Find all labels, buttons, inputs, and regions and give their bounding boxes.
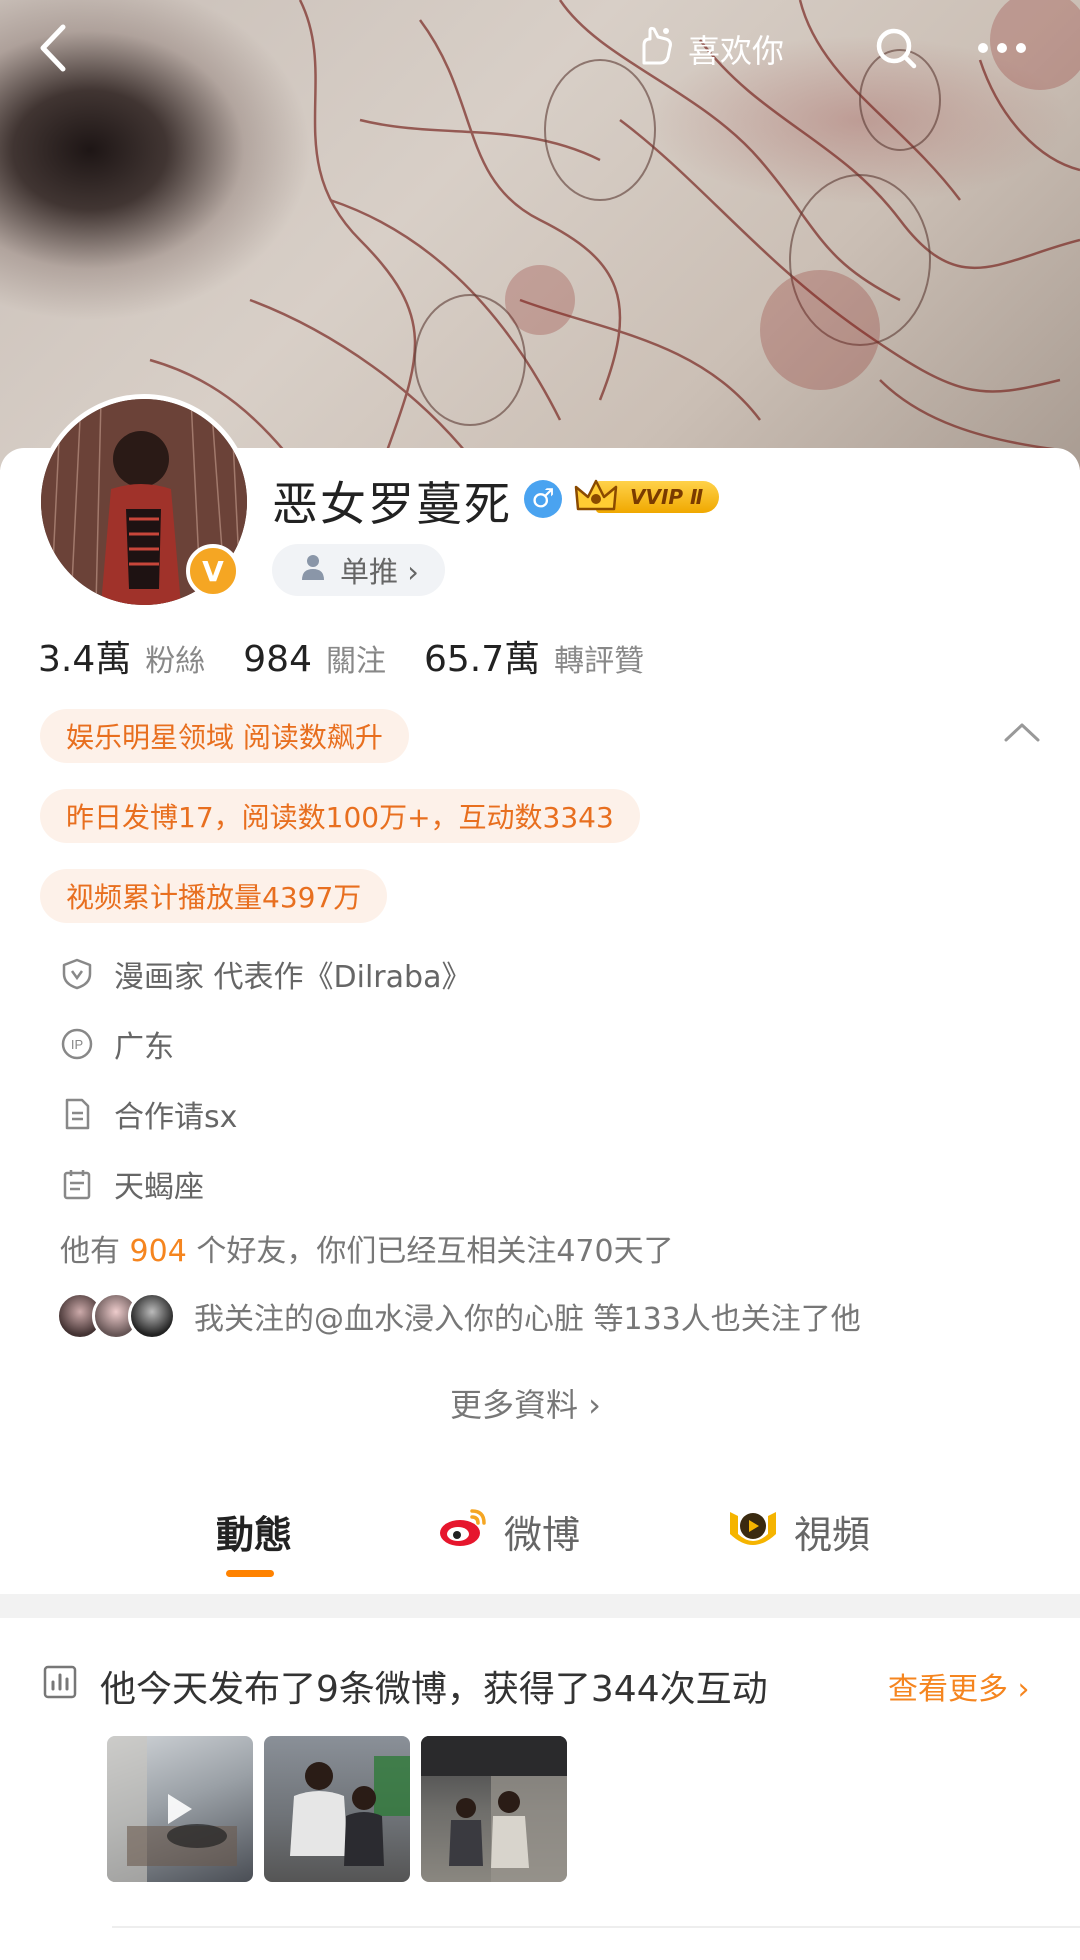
gender-symbol: ♂ xyxy=(531,484,555,514)
section-divider xyxy=(0,1594,1080,1618)
following-label: 關注 xyxy=(325,644,386,679)
bar-chart-icon xyxy=(42,1664,78,1709)
search-icon[interactable] xyxy=(868,20,924,76)
bio-row: 合作请sx xyxy=(60,1092,237,1136)
more-info-button[interactable]: 更多資料 › xyxy=(450,1380,601,1426)
mutual-followers-row[interactable]: 我关注的@血水浸入你的心脏 等133人也关注了他 xyxy=(56,1292,861,1340)
honor-tag-yesterday-stats[interactable]: 昨日发博17，阅读数100万+，互动数3343 xyxy=(40,789,640,843)
followers-count: 3.4萬 xyxy=(38,639,132,680)
more-info-label: 更多資料 › xyxy=(450,1386,601,1424)
document-icon xyxy=(60,1097,94,1131)
ip-icon: IP xyxy=(60,1027,94,1061)
tab-feed-label: 動態 xyxy=(216,1513,293,1557)
back-icon[interactable] xyxy=(28,20,76,76)
calendar-icon xyxy=(60,1167,94,1201)
followers-label: 粉絲 xyxy=(145,644,206,679)
mutual-text: 我关注的@血水浸入你的心脏 等133人也关注了他 xyxy=(194,1302,861,1337)
tab-weibo-label: 微博 xyxy=(504,1513,581,1557)
feed-divider xyxy=(112,1926,1080,1928)
more-options-icon[interactable] xyxy=(970,20,1034,76)
zodiac-text: 天蝎座 xyxy=(114,1170,204,1205)
play-icon xyxy=(168,1794,192,1824)
tab-video-label: 視頻 xyxy=(794,1513,871,1557)
person-icon xyxy=(298,552,328,589)
chevron-up-icon[interactable] xyxy=(1002,720,1042,748)
mutual-avatars xyxy=(56,1292,176,1340)
verified-badge: V xyxy=(186,544,240,598)
post-thumbnail-photo[interactable] xyxy=(264,1736,410,1882)
profile-tabs: 動態 微博 視頻 xyxy=(0,1490,1080,1590)
see-more-link[interactable]: 查看更多 › xyxy=(888,1664,1030,1708)
shield-icon xyxy=(60,957,94,991)
weibo-icon xyxy=(436,1505,490,1558)
friends-line[interactable]: 他有 904 个好友，你们已经互相关注470天了 xyxy=(60,1226,674,1270)
verified-letter: V xyxy=(202,554,224,588)
profession-text: 漫画家 代表作《Dilraba》 xyxy=(114,960,472,995)
single-push-tag[interactable]: 单推 › xyxy=(272,544,445,596)
vvip-badge[interactable]: VVIP Ⅱ xyxy=(574,477,720,517)
video-icon xyxy=(726,1504,780,1559)
profile-name: 恶女罗蔓死 xyxy=(272,477,512,531)
male-gender-icon: ♂ xyxy=(524,480,562,518)
post-thumbnail-photo[interactable] xyxy=(421,1736,567,1882)
thumbnail-image xyxy=(421,1736,567,1882)
see-more-label: 查看更多 › xyxy=(888,1672,1030,1707)
daily-summary: 他今天发布了9条微博，获得了344次互动 xyxy=(42,1660,768,1712)
profession-row: 漫画家 代表作《Dilraba》 xyxy=(60,952,471,996)
friends-prefix: 他有 xyxy=(60,1234,130,1269)
friends-suffix: 个好友，你们已经互相关注470天了 xyxy=(186,1234,674,1269)
crown-icon xyxy=(574,477,618,517)
following-stat[interactable]: 984 關注 xyxy=(243,636,386,680)
like-you-label: 喜欢你 xyxy=(688,32,785,70)
ip-location-text: 广东 xyxy=(114,1030,174,1065)
single-push-label: 单推 › xyxy=(340,555,419,589)
zodiac-row: 天蝎座 xyxy=(60,1162,204,1206)
thumbnail-image xyxy=(290,1756,410,1866)
mutual-avatar xyxy=(128,1292,176,1340)
honor-tag-video-plays[interactable]: 视频累计播放量4397万 xyxy=(40,869,388,923)
daily-summary-text: 他今天发布了9条微博，获得了344次互动 xyxy=(100,1669,768,1710)
like-you-button[interactable]: 喜欢你 xyxy=(636,22,784,76)
tab-feed[interactable]: 動態 xyxy=(216,1504,292,1559)
active-tab-indicator xyxy=(226,1570,274,1577)
tab-video[interactable]: 視頻 xyxy=(726,1504,870,1559)
ip-location-row: IP 广东 xyxy=(60,1022,174,1066)
interactions-stat[interactable]: 65.7萬 轉評贊 xyxy=(424,630,644,682)
interactions-label: 轉評贊 xyxy=(554,644,645,679)
followers-stat[interactable]: 3.4萬 粉絲 xyxy=(38,630,205,682)
heart-hand-icon xyxy=(636,23,680,75)
bio-text: 合作请sx xyxy=(114,1100,238,1135)
friends-count: 904 xyxy=(129,1234,187,1269)
post-thumbnail-video[interactable] xyxy=(107,1736,253,1882)
svg-text:IP: IP xyxy=(71,1037,83,1052)
following-count: 984 xyxy=(243,639,312,680)
tab-weibo[interactable]: 微博 xyxy=(436,1504,580,1559)
interactions-count: 65.7萬 xyxy=(423,639,541,680)
stats-row: 3.4萬 粉絲 984 關注 65.7萬 轉評贊 xyxy=(38,630,682,682)
honor-tag-reading-surge[interactable]: 娱乐明星领域 阅读数飙升 xyxy=(40,709,409,763)
